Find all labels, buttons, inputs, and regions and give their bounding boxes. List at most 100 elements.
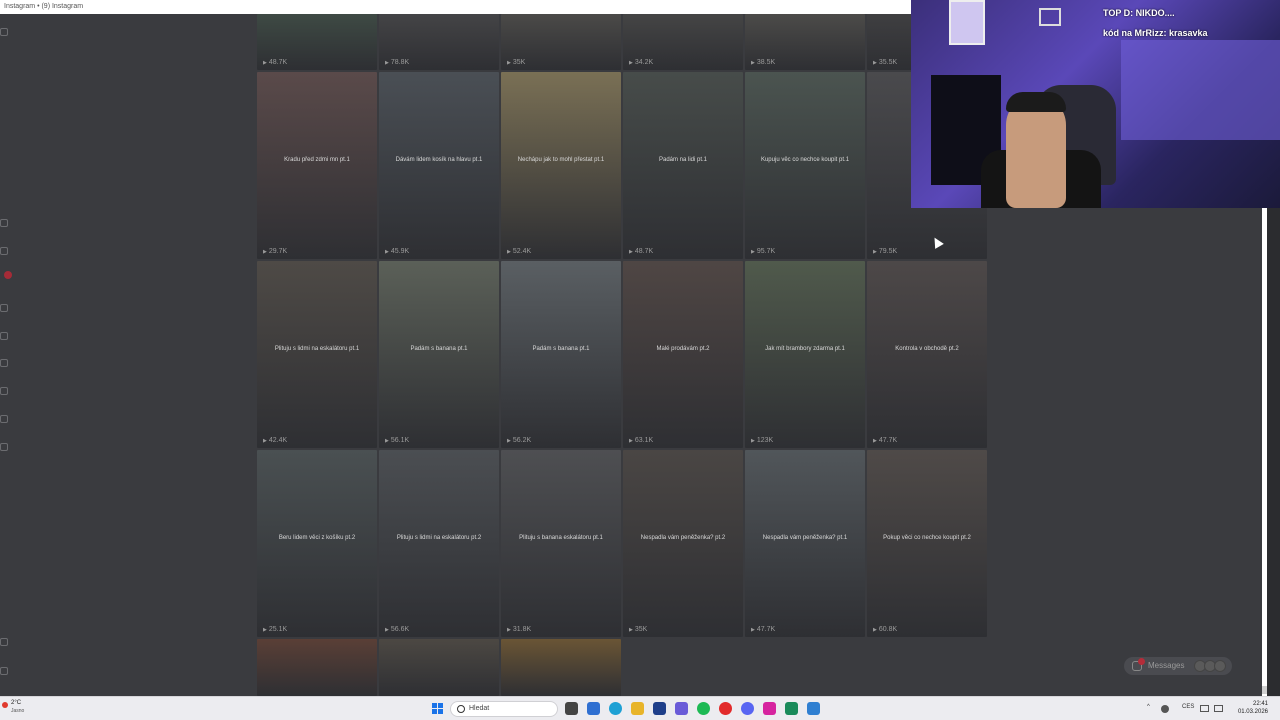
reel-tile[interactable]: Jak mít brambory zdarma pt.1 123K xyxy=(745,261,865,448)
reel-view-count: 78.8K xyxy=(385,59,409,66)
home-icon[interactable] xyxy=(0,219,8,227)
reel-tile[interactable] xyxy=(379,639,499,696)
reel-view-count: 29.7K xyxy=(263,248,287,255)
reel-view-count: 56.2K xyxy=(507,437,531,444)
reel-tile[interactable]: Pokup věci co nechce koupit pt.2 60.8K xyxy=(867,450,987,637)
edge-icon[interactable] xyxy=(609,702,622,715)
reel-tile[interactable]: Padám s banana pt.1 56.2K xyxy=(501,261,621,448)
app-icon[interactable] xyxy=(785,702,798,715)
reel-tile[interactable] xyxy=(257,639,377,696)
reel-tile[interactable]: Padám na lidi pt.1 48.7K xyxy=(623,72,743,259)
create-icon[interactable] xyxy=(0,387,8,395)
system-clock[interactable]: 22:41 01.03.2026 xyxy=(1228,700,1268,716)
messages-badge xyxy=(1138,658,1145,665)
microphone-icon[interactable] xyxy=(1161,705,1169,713)
search-icon[interactable] xyxy=(0,304,8,312)
scrollbar-thumb[interactable] xyxy=(1262,686,1267,694)
discord-icon[interactable] xyxy=(741,702,754,715)
reel-tile[interactable]: 34.2K xyxy=(623,14,743,70)
volume-icon[interactable] xyxy=(1214,705,1223,712)
notification-badge xyxy=(4,271,12,279)
reels-icon[interactable] xyxy=(0,415,8,423)
scrollbar[interactable] xyxy=(1262,208,1267,696)
reel-view-count: 47.7K xyxy=(873,437,897,444)
reel-tile[interactable]: Malé prodávám pt.2 63.1K xyxy=(623,261,743,448)
reel-tile[interactable]: 35K xyxy=(501,14,621,70)
weather-condition: Jasno xyxy=(11,708,25,714)
reel-tile[interactable]: Beru lidem věci z košíku pt.2 25.1K xyxy=(257,450,377,637)
explore-icon[interactable] xyxy=(0,332,8,340)
messages-label: Messages xyxy=(1148,661,1185,670)
network-icon[interactable] xyxy=(1200,705,1209,712)
opera-icon[interactable] xyxy=(719,702,732,715)
notepad-icon[interactable] xyxy=(807,702,820,715)
instagram-icon[interactable] xyxy=(763,702,776,715)
reel-caption: Padám s banana pt.1 xyxy=(532,346,590,353)
reel-view-count: 47.7K xyxy=(751,626,775,633)
store-icon[interactable] xyxy=(653,702,666,715)
mail-icon[interactable] xyxy=(587,702,600,715)
windows-taskbar: 2°C Jasno Hledat ^ CES 22:41 01.03.2026 xyxy=(0,696,1280,720)
reel-tile[interactable] xyxy=(501,639,621,696)
reel-caption: Beru lidem věci z košíku pt.2 xyxy=(278,535,356,542)
weather-icon xyxy=(2,702,8,708)
reel-view-count: 48.7K xyxy=(629,248,653,255)
reel-caption: Nespadla vám peněženka? pt.1 xyxy=(762,535,848,542)
browser-title-bar: Instagram • (9) Instagram xyxy=(0,0,911,14)
reel-caption: Dávám lidem kosík na hlavu pt.1 xyxy=(395,157,483,164)
spotify-icon[interactable] xyxy=(697,702,710,715)
instagram-logo-icon[interactable] xyxy=(0,28,8,36)
webcam-overlay xyxy=(911,0,1280,208)
reel-tile[interactable]: 78.8K xyxy=(379,14,499,70)
reel-tile[interactable]: Padám s banana pt.1 56.1K xyxy=(379,261,499,448)
wall-light xyxy=(1121,40,1280,140)
wall-picture xyxy=(949,0,985,45)
browser-title: Instagram • (9) Instagram xyxy=(4,3,84,10)
chevron-up-icon[interactable]: ^ xyxy=(1147,704,1150,710)
reel-caption: Padám s banana pt.1 xyxy=(410,346,468,353)
reel-view-count: 52.4K xyxy=(507,248,531,255)
reel-tile[interactable]: Plituju s lidmi na eskalátoru pt.1 42.4K xyxy=(257,261,377,448)
reel-tile[interactable]: Plituju s lidmi na eskalátoru pt.2 56.6K xyxy=(379,450,499,637)
threads-icon[interactable] xyxy=(0,443,8,451)
taskbar-search[interactable]: Hledat xyxy=(450,701,558,717)
reel-tile[interactable]: Dávám lidem kosík na hlavu pt.1 45.9K xyxy=(379,72,499,259)
reel-view-count: 25.1K xyxy=(263,626,287,633)
reel-tile[interactable]: Kontrola v obchodě pt.2 47.7K xyxy=(867,261,987,448)
reel-view-count: 123K xyxy=(751,437,773,444)
more-icon[interactable] xyxy=(0,667,8,675)
windows-start-icon[interactable] xyxy=(432,703,443,714)
reel-tile[interactable]: Nespadla vám peněženka? pt.1 47.7K xyxy=(745,450,865,637)
reel-tile[interactable]: Kradu před zdmi mn pt.1 29.7K xyxy=(257,72,377,259)
reel-tile[interactable]: Nechápu jak to mohl přestat pt.1 52.4K xyxy=(501,72,621,259)
menu-icon[interactable] xyxy=(0,638,8,646)
reel-caption: Kontrola v obchodě pt.2 xyxy=(895,346,959,353)
messenger-icon[interactable] xyxy=(0,247,8,255)
reel-caption: Plituju s banana eskalátoru pt.1 xyxy=(519,535,603,542)
heart-icon[interactable] xyxy=(0,359,8,367)
reel-tile[interactable]: 38.5K xyxy=(745,14,865,70)
reel-tile[interactable]: 48.7K xyxy=(257,14,377,70)
reel-view-count: 79.5K xyxy=(873,248,897,255)
reel-caption: Kupuju věc co nechce koupit pt.1 xyxy=(760,157,850,164)
reel-tile[interactable]: Nespadla vám peněženka? pt.2 35K xyxy=(623,450,743,637)
reel-view-count: 35K xyxy=(507,59,525,66)
file-explorer-icon[interactable] xyxy=(631,702,644,715)
reel-caption: Nechápu jak to mohl přestat pt.1 xyxy=(517,157,605,164)
reel-view-count: 34.2K xyxy=(629,59,653,66)
reel-view-count: 63.1K xyxy=(629,437,653,444)
reel-caption: Pokup věci co nechce koupit pt.2 xyxy=(883,535,971,542)
teams-icon[interactable] xyxy=(675,702,688,715)
task-view-icon[interactable] xyxy=(565,702,578,715)
language-indicator[interactable]: CES xyxy=(1182,704,1194,710)
reel-caption: Nespadla vám peněženka? pt.2 xyxy=(640,535,726,542)
reel-tile[interactable]: Kupuju věc co nechce koupit pt.1 95.7K xyxy=(745,72,865,259)
reel-view-count: 95.7K xyxy=(751,248,775,255)
search-icon xyxy=(457,705,465,713)
reel-view-count: 38.5K xyxy=(751,59,775,66)
reel-caption: Kradu před zdmi mn pt.1 xyxy=(284,157,350,164)
reels-grid: 48.7K 78.8K 35K 34.2K 38.5K 35.5K Kradu před z… xyxy=(257,14,988,696)
reel-tile[interactable]: Plituju s banana eskalátoru pt.1 31.8K xyxy=(501,450,621,637)
messages-button[interactable]: Messages xyxy=(1124,657,1232,675)
weather-widget[interactable]: 2°C Jasno xyxy=(2,700,32,718)
